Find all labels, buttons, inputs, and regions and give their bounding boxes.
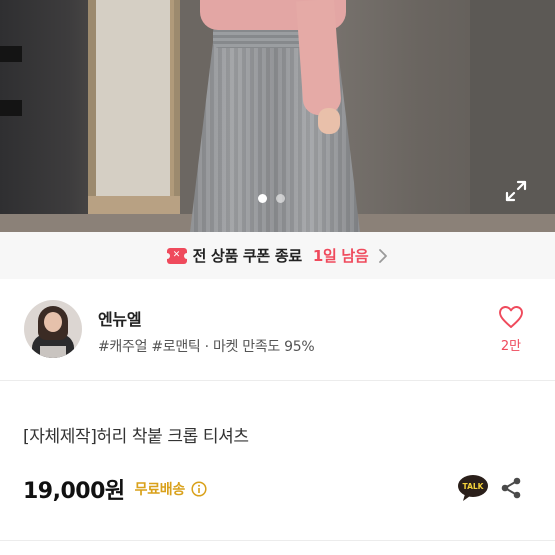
expand-icon[interactable] xyxy=(504,179,528,203)
chevron-right-icon xyxy=(379,248,388,263)
share-icon[interactable] xyxy=(499,476,523,500)
shipping-label: 무료배송 xyxy=(134,482,186,498)
avatar[interactable] xyxy=(24,300,82,358)
photo-hand xyxy=(318,108,340,134)
coupon-text: 전 상품 쿠폰 종료 xyxy=(192,247,303,265)
heart-icon xyxy=(499,306,523,328)
gallery-dot[interactable] xyxy=(276,194,285,203)
photo-arm xyxy=(296,0,342,117)
coupon-remaining: 1일 남음 xyxy=(312,247,369,265)
like-count: 2만 xyxy=(500,339,522,354)
product-image[interactable] xyxy=(0,0,555,232)
kakaotalk-icon[interactable]: TALK xyxy=(457,474,489,502)
seller-tags: #캐주얼 #로맨틱 · 마켓 만족도 95% xyxy=(98,339,315,355)
photo-background-left xyxy=(0,0,98,232)
coupon-banner[interactable]: ✕ 전 상품 쿠폰 종료 1일 남음 xyxy=(0,232,555,279)
section-divider xyxy=(0,540,555,541)
photo-shelf xyxy=(0,100,22,116)
like-button[interactable]: 2만 xyxy=(492,305,530,357)
info-icon[interactable] xyxy=(191,481,207,497)
seller-name[interactable]: 엔뉴엘 xyxy=(98,306,142,330)
product-title: [자체제작]허리 착붙 크롭 티셔츠 xyxy=(23,427,249,447)
product-price: 19,000원 xyxy=(23,479,125,504)
photo-shelf xyxy=(0,46,22,62)
seller-info[interactable]: 엔뉴엘 #캐주얼 #로맨틱 · 마켓 만족도 95% 2만 xyxy=(0,279,555,381)
gallery-pagination xyxy=(258,194,285,203)
gallery-dot-active[interactable] xyxy=(258,194,267,203)
price-row: 19,000원 무료배송 xyxy=(23,474,207,504)
talk-label: TALK xyxy=(463,482,485,491)
photo-door xyxy=(88,0,180,232)
coupon-icon: ✕ xyxy=(163,247,190,264)
